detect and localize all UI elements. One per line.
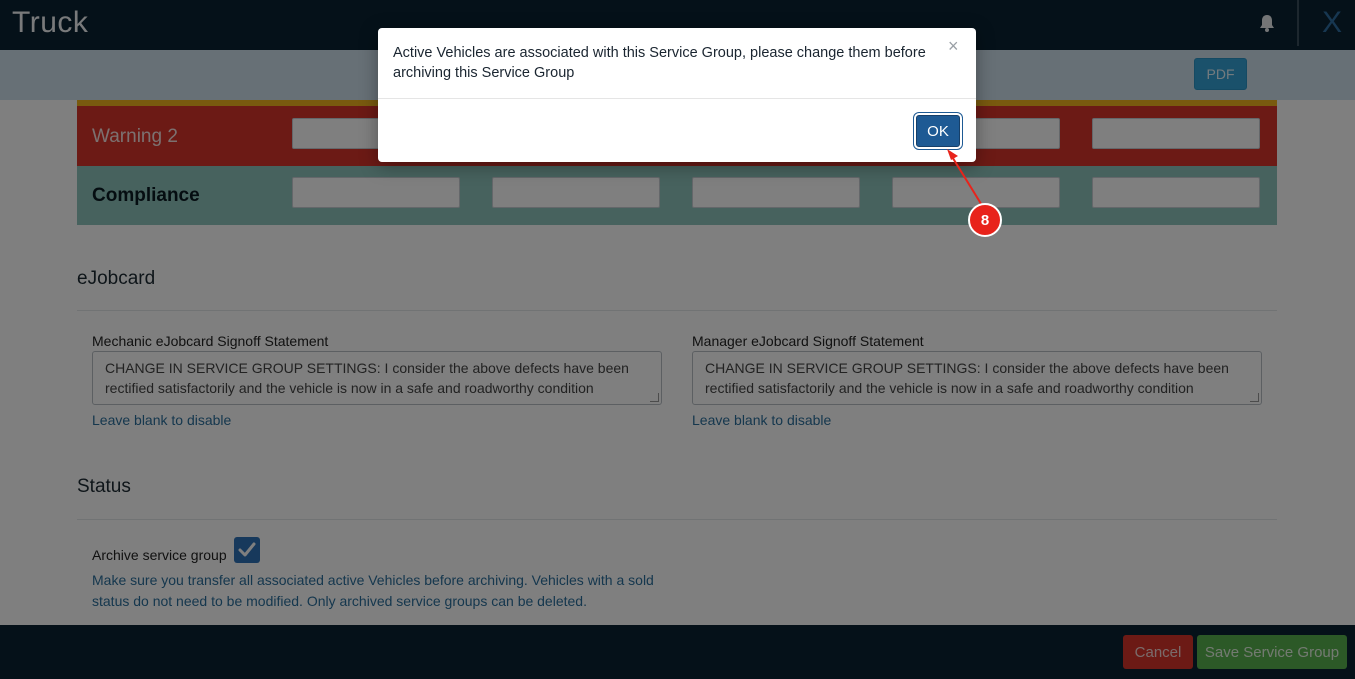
step-number-badge: 8 <box>968 203 1002 237</box>
alert-message: Active Vehicles are associated with this… <box>393 45 926 81</box>
close-icon[interactable]: × <box>948 36 959 57</box>
alert-dialog: Active Vehicles are associated with this… <box>378 28 976 162</box>
dialog-divider <box>378 98 976 99</box>
ok-button[interactable]: OK <box>916 115 960 147</box>
